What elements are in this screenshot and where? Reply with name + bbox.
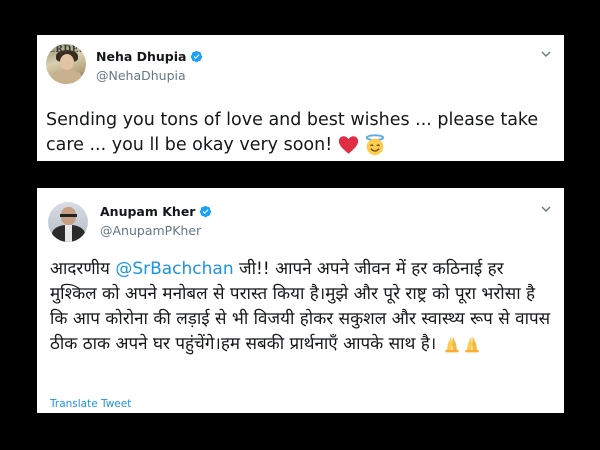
avatar-shirt bbox=[65, 225, 72, 242]
folded-hands-icon bbox=[444, 336, 459, 353]
chevron-down-icon[interactable] bbox=[541, 49, 551, 59]
avatar-magazine-text: ERDES bbox=[48, 45, 86, 55]
red-heart-icon bbox=[338, 136, 358, 154]
author-handle[interactable]: @NehaDhupia bbox=[96, 68, 186, 83]
avatar-body bbox=[52, 70, 82, 84]
avatar-glasses bbox=[60, 214, 77, 217]
tweet-text: Sending you tons of love and best wishes… bbox=[46, 108, 558, 158]
mention-link[interactable]: @SrBachchan bbox=[115, 259, 233, 279]
author-row[interactable]: Anupam Kher bbox=[100, 204, 212, 219]
tweet-body: Sending you tons of love and best wishes… bbox=[46, 110, 539, 155]
tweet-body-start: आदरणीय bbox=[50, 259, 116, 279]
author-row[interactable]: Neha Dhupia bbox=[96, 49, 203, 64]
folded-hands-icon bbox=[464, 336, 479, 353]
tweet-card: ERDES Neha Dhupia @NehaDhupia Sending yo… bbox=[37, 35, 564, 161]
avatar-face bbox=[60, 54, 74, 70]
avatar[interactable]: ERDES bbox=[46, 44, 86, 84]
avatar[interactable] bbox=[48, 202, 88, 242]
author-name[interactable]: Neha Dhupia bbox=[96, 49, 186, 64]
chevron-down-icon[interactable] bbox=[541, 204, 551, 214]
translate-tweet-link[interactable]: Translate Tweet bbox=[50, 398, 131, 410]
smiling-face-with-halo-icon bbox=[366, 134, 385, 156]
tweet-card: Anupam Kher @AnupamPKher आदरणीय @SrBachc… bbox=[37, 188, 564, 413]
verified-badge-icon bbox=[191, 50, 203, 63]
verified-badge-icon bbox=[200, 205, 212, 218]
author-handle[interactable]: @AnupamPKher bbox=[100, 223, 201, 238]
author-name[interactable]: Anupam Kher bbox=[100, 204, 195, 219]
tweet-text: आदरणीय @SrBachchan जी!! आपने अपने जीवन म… bbox=[50, 257, 555, 357]
